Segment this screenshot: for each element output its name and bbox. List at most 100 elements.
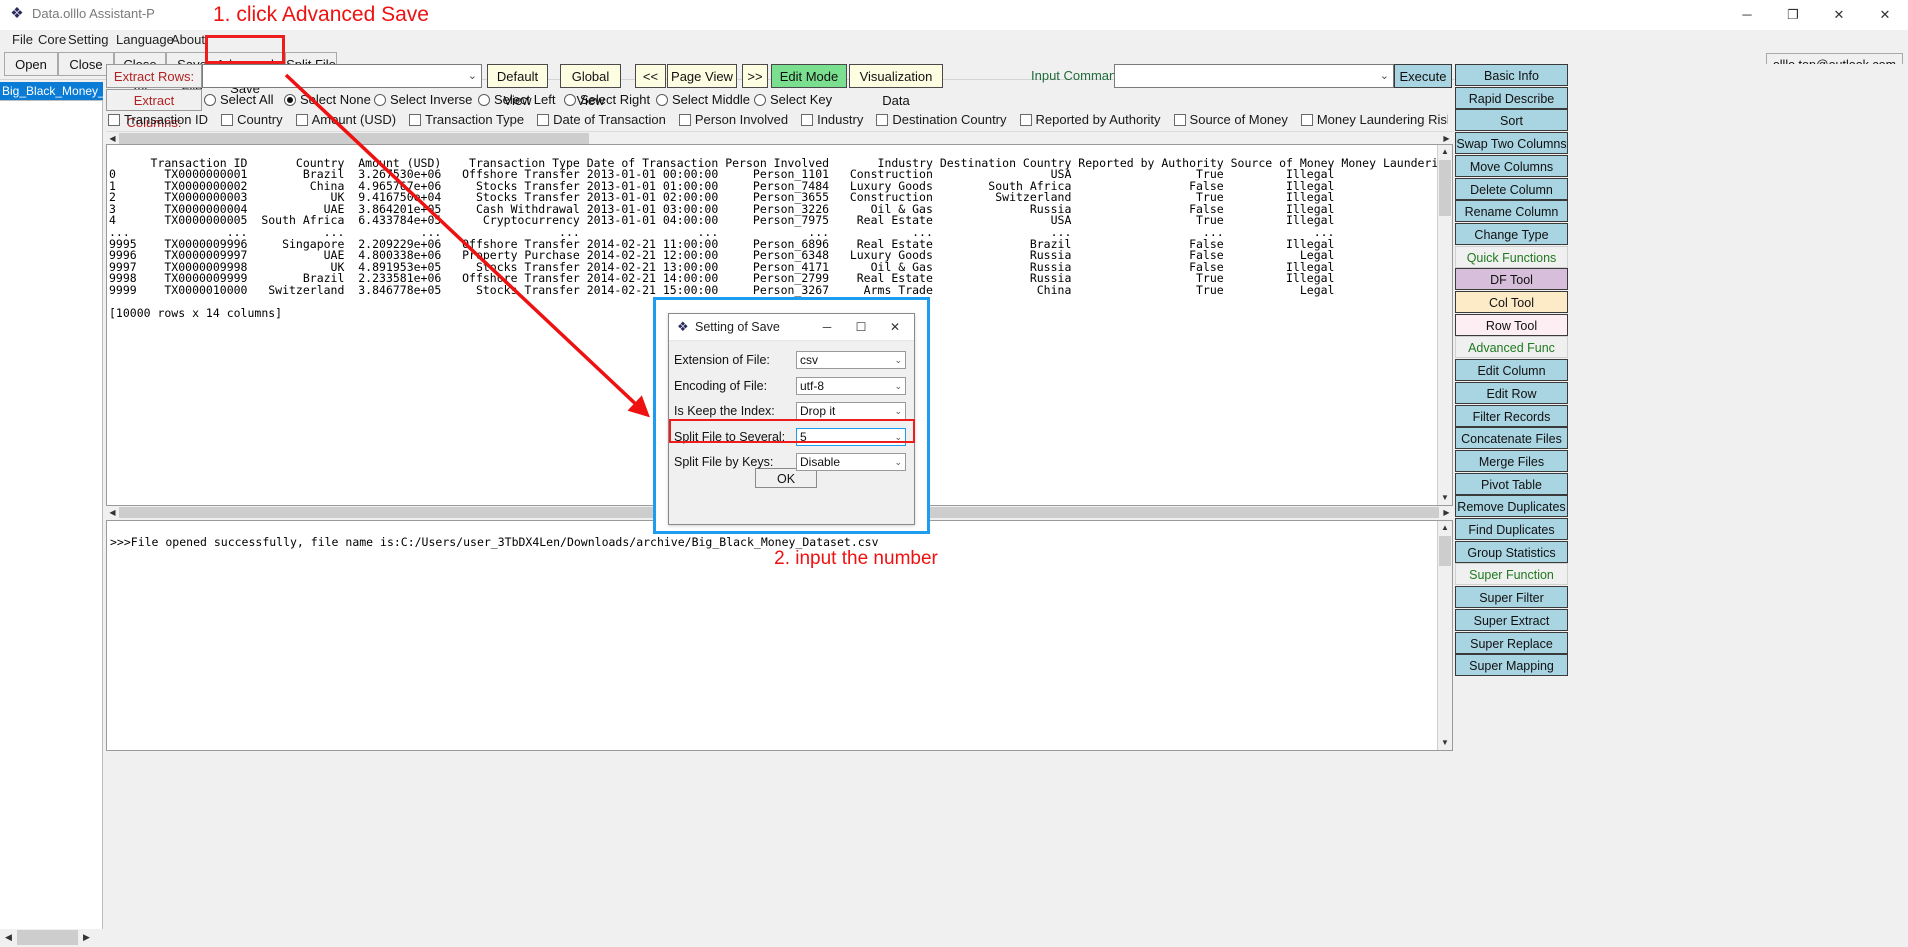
sidebar-item-df-tool[interactable]: DF Tool	[1455, 268, 1568, 291]
column-checkbox-money-laundering-risk-score[interactable]: Money Laundering Risk Score	[1300, 112, 1448, 127]
column-checkbox-row: Transaction ID Country Amount (USD) Transac…	[108, 112, 1448, 132]
radio-select-all[interactable]: Select All	[204, 89, 273, 111]
radio-select-inverse[interactable]: Select Inverse	[374, 89, 472, 111]
column-checkbox-date-of-transaction[interactable]: Date of Transaction	[537, 112, 666, 127]
sidebar-item-swap-two-columns[interactable]: Swap Two Columns	[1455, 132, 1568, 155]
column-checkbox-label: Source of Money	[1189, 112, 1288, 127]
sidebar-item-col-tool[interactable]: Col Tool	[1455, 291, 1568, 313]
column-checkbox-country[interactable]: Country	[221, 112, 283, 127]
chevron-down-icon[interactable]: ⌄	[894, 352, 902, 368]
advanced-save-highlight-box	[205, 35, 285, 64]
split-file-row-highlight-box	[669, 419, 915, 443]
view-button-page-view[interactable]: Page View	[667, 64, 737, 88]
file-tab-big-black-money-data[interactable]: Big_Black_Money_Data	[0, 82, 103, 100]
sidebar-item-delete-column[interactable]: Delete Column	[1455, 177, 1568, 200]
column-checkbox-amount-usd-[interactable]: Amount (USD)	[295, 112, 396, 127]
log-vscrollbar[interactable]: ▲ ▼	[1437, 521, 1452, 750]
radio-indicator-icon	[656, 94, 668, 106]
chevron-down-icon[interactable]: ⌄	[894, 403, 902, 419]
radio-select-right[interactable]: Select Right	[564, 89, 650, 111]
sidebar-item-filter-records[interactable]: Filter Records	[1455, 404, 1568, 427]
sidebar-item-edit-row[interactable]: Edit Row	[1455, 381, 1568, 404]
radio-select-key[interactable]: Select Key	[754, 89, 832, 111]
execute-button[interactable]: Execute	[1394, 64, 1452, 88]
sidebar-item-rename-column[interactable]: Rename Column	[1455, 200, 1568, 223]
checkbox-icon	[295, 114, 308, 126]
sidebar-item-merge-files[interactable]: Merge Files	[1455, 449, 1568, 472]
chevron-down-icon[interactable]: ⌄	[1380, 65, 1389, 87]
sidebar-item-sort[interactable]: Sort	[1455, 109, 1568, 132]
window-close-button[interactable]: ✕	[1816, 0, 1862, 30]
data-grid-vscrollbar[interactable]: ▲ ▼	[1437, 145, 1452, 505]
sidebar-item-super-filter[interactable]: Super Filter	[1455, 586, 1568, 609]
dialog-field-value: Disable	[800, 455, 841, 469]
column-checkbox-transaction-id[interactable]: Transaction ID	[108, 112, 208, 127]
sidebar-item-basic-info[interactable]: Basic Info	[1455, 64, 1568, 86]
column-checkbox-hscrollbar[interactable]: ◀ ▶	[106, 131, 1453, 145]
dialog-field-is-keep-the-index[interactable]: Drop it ⌄	[796, 402, 906, 420]
dialog-field-split-file-by-keys[interactable]: Disable ⌄	[796, 453, 906, 471]
view-button-edit-mode[interactable]: Edit Mode	[771, 64, 847, 88]
sidebar-item-super-extract[interactable]: Super Extract	[1455, 608, 1568, 631]
view-button-global-view[interactable]: Global View	[560, 64, 621, 108]
chevron-down-icon[interactable]: ⌄	[468, 65, 477, 87]
window-maximize-button[interactable]: ❐	[1770, 0, 1816, 30]
view-button-[interactable]: >>	[742, 64, 768, 88]
file-list-scroll-right-arrow[interactable]: ▶	[78, 929, 95, 946]
grid-scroll-up-arrow[interactable]: ▲	[1438, 145, 1452, 159]
sidebar-item-pivot-table[interactable]: Pivot Table	[1455, 472, 1568, 495]
grid-hscroll-right-arrow[interactable]: ▶	[1440, 506, 1453, 519]
column-checkbox-source-of-money[interactable]: Source of Money	[1173, 112, 1288, 127]
sidebar-item-find-duplicates[interactable]: Find Duplicates	[1455, 518, 1568, 540]
input-command-label: Input Command:	[1031, 68, 1128, 83]
sidebar-item-remove-duplicates[interactable]: Remove Duplicates	[1455, 495, 1568, 518]
dialog-field-encoding-of-file[interactable]: utf-8 ⌄	[796, 376, 906, 395]
column-checkbox-reported-by-authority[interactable]: Reported by Authority	[1019, 112, 1161, 127]
column-checkbox-destination-country[interactable]: Destination Country	[876, 112, 1007, 127]
sidebar-item-move-columns[interactable]: Move Columns	[1455, 154, 1568, 177]
view-button-default-view[interactable]: Default View	[487, 64, 548, 108]
dialog-close-button[interactable]: ✕	[878, 314, 912, 341]
window-close-outer-button[interactable]: ✕	[1862, 0, 1908, 30]
file-list-hscrollbar[interactable]: ◀ ▶	[0, 929, 103, 946]
sidebar-item-concatenate-files[interactable]: Concatenate Files	[1455, 427, 1568, 450]
file-list-scroll-left-arrow[interactable]: ◀	[0, 929, 17, 946]
view-button-[interactable]: <<	[635, 64, 666, 88]
chevron-down-icon[interactable]: ⌄	[894, 378, 902, 394]
grid-hscroll-left-arrow[interactable]: ◀	[106, 506, 119, 519]
window-minimize-button[interactable]: ─	[1724, 0, 1770, 30]
radio-label: Select Right	[580, 92, 651, 107]
sidebar-item-super-replace[interactable]: Super Replace	[1455, 631, 1568, 654]
toolbar-button-open-file[interactable]: Open File	[4, 52, 58, 96]
column-checkbox-label: Money Laundering Risk Score	[1316, 112, 1448, 127]
column-checkbox-transaction-type[interactable]: Transaction Type	[409, 112, 524, 127]
radio-select-left[interactable]: Select Left	[478, 89, 555, 111]
sidebar-item-rapid-describe[interactable]: Rapid Describe	[1455, 86, 1568, 109]
input-command-input[interactable]: ⌄	[1114, 64, 1394, 88]
log-scroll-thumb[interactable]	[1439, 536, 1451, 566]
column-checkbox-industry[interactable]: Industry	[801, 112, 863, 127]
sidebar-item-row-tool[interactable]: Row Tool	[1455, 313, 1568, 336]
radio-select-none[interactable]: Select None	[284, 89, 371, 111]
radio-select-middle[interactable]: Select Middle	[656, 89, 750, 111]
grid-scroll-down-arrow[interactable]: ▼	[1438, 491, 1452, 505]
log-scroll-down-arrow[interactable]: ▼	[1438, 736, 1452, 750]
chevron-down-icon[interactable]: ⌄	[894, 454, 902, 470]
column-checkbox-person-involved[interactable]: Person Involved	[678, 112, 788, 127]
radio-label: Select Left	[494, 92, 556, 107]
extract-rows-input[interactable]: ⌄	[202, 64, 482, 88]
file-list-scroll-thumb[interactable]	[17, 930, 78, 945]
checkbox-icon	[678, 114, 691, 126]
sidebar-item-change-type[interactable]: Change Type	[1455, 222, 1568, 245]
view-button-visualization-data[interactable]: Visualization Data	[849, 64, 943, 108]
grid-scroll-thumb[interactable]	[1439, 160, 1451, 216]
sidebar-item-group-statistics[interactable]: Group Statistics	[1455, 540, 1568, 563]
dialog-field-extension-of-file[interactable]: csv ⌄	[796, 351, 906, 369]
dialog-minimize-button[interactable]: ─	[810, 314, 844, 341]
column-scroll-thumb[interactable]	[119, 133, 589, 144]
dialog-maximize-button[interactable]: ☐	[844, 314, 878, 341]
sidebar-item-edit-column[interactable]: Edit Column	[1455, 359, 1568, 382]
menu-item-setting[interactable]: Setting	[62, 30, 114, 49]
sidebar-item-super-mapping[interactable]: Super Mapping	[1455, 654, 1568, 677]
log-scroll-up-arrow[interactable]: ▲	[1438, 521, 1452, 535]
